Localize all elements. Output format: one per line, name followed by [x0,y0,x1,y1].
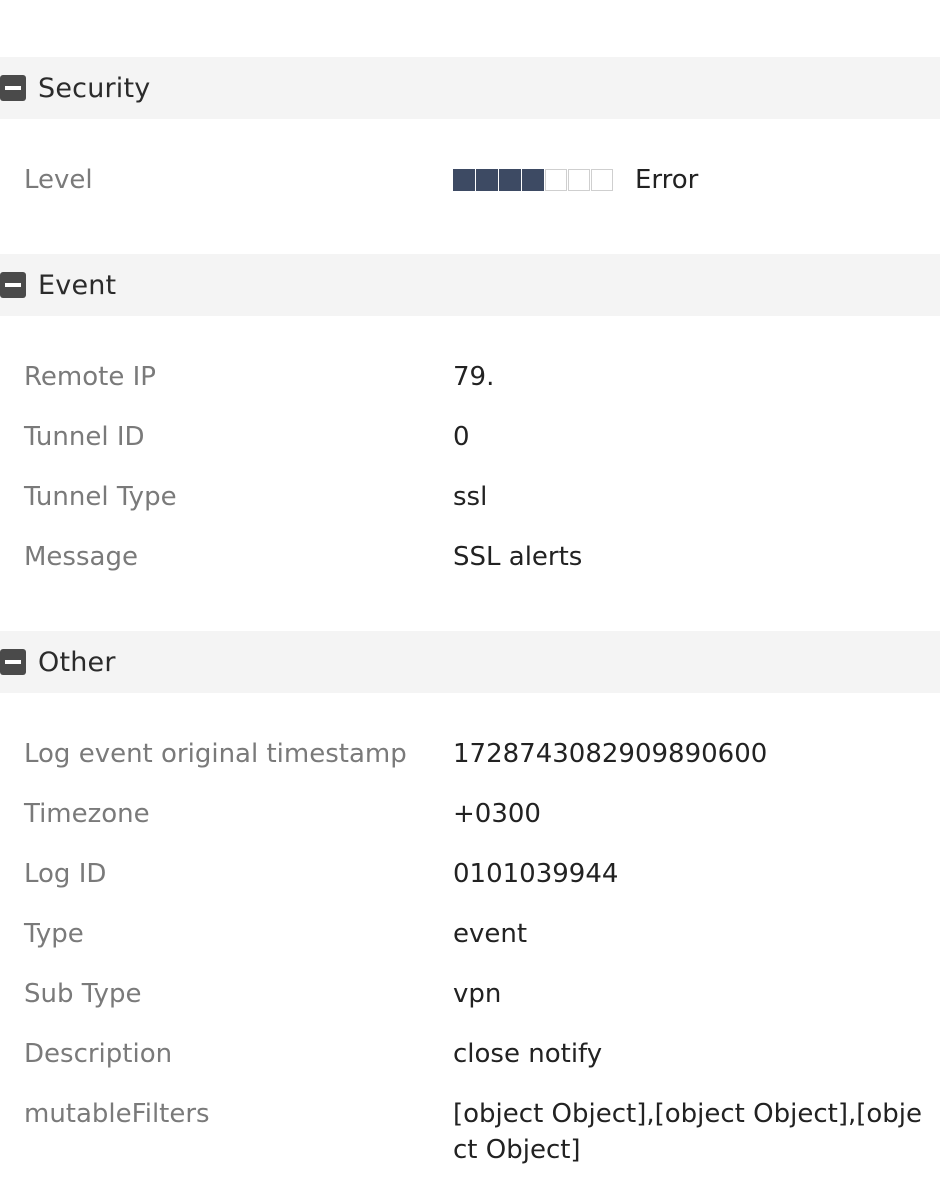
row-log-event-original-timestamp: Log event original timestamp 17287430829… [0,734,940,774]
message-value: SSL alerts [453,542,583,572]
tunnel-type-value: ssl [453,482,488,512]
mutable-filters-label: mutableFilters [24,1099,210,1129]
tunnel-id-value: 0 [453,422,470,452]
tunnel-type-label: Tunnel Type [24,482,177,512]
row-tunnel-id: Tunnel ID 0 [0,417,940,457]
level-segment [476,169,498,191]
row-level: Level Error [0,160,940,200]
level-segment [522,169,544,191]
row-sub-type: Sub Type vpn [0,974,940,1014]
section-title-security: Security [38,72,151,104]
collapse-icon[interactable] [0,272,26,298]
level-value: Error [635,165,699,195]
tunnel-id-label: Tunnel ID [24,422,145,452]
sub-type-label: Sub Type [24,979,142,1009]
section-title-event: Event [38,269,117,301]
row-tunnel-type: Tunnel Type ssl [0,477,940,517]
section-header-event[interactable]: Event [0,254,940,316]
level-indicator [453,169,613,191]
row-log-id: Log ID 0101039944 [0,854,940,894]
row-type: Type event [0,914,940,954]
collapse-icon[interactable] [0,649,26,675]
timestamp-value: 1728743082909890600 [453,739,768,769]
row-description: Description close notify [0,1034,940,1074]
message-label: Message [24,542,138,572]
section-header-security[interactable]: Security [0,57,940,119]
level-segment [499,169,521,191]
collapse-icon[interactable] [0,75,26,101]
section-header-other[interactable]: Other [0,631,940,693]
description-label: Description [24,1039,173,1069]
timezone-value: +0300 [453,799,541,829]
level-segment [453,169,475,191]
row-message: Message SSL alerts [0,537,940,577]
timestamp-label: Log event original timestamp [24,739,407,769]
level-segment [568,169,590,191]
type-label: Type [24,919,84,949]
row-remote-ip: Remote IP 79. [0,357,940,397]
log-id-label: Log ID [24,859,107,889]
remote-ip-value: 79. [453,362,495,392]
level-segment [545,169,567,191]
mutable-filters-value: [object Object],[object Object],[object … [453,1099,923,1165]
log-id-value: 0101039944 [453,859,619,889]
row-mutable-filters: mutableFilters [object Object],[object O… [0,1094,940,1174]
section-title-other: Other [38,646,116,678]
timezone-label: Timezone [24,799,150,829]
type-value: event [453,919,528,949]
row-timezone: Timezone +0300 [0,794,940,834]
level-segment [591,169,613,191]
sub-type-value: vpn [453,979,502,1009]
description-value: close notify [453,1039,603,1069]
level-label: Level [24,165,93,195]
remote-ip-label: Remote IP [24,362,156,392]
